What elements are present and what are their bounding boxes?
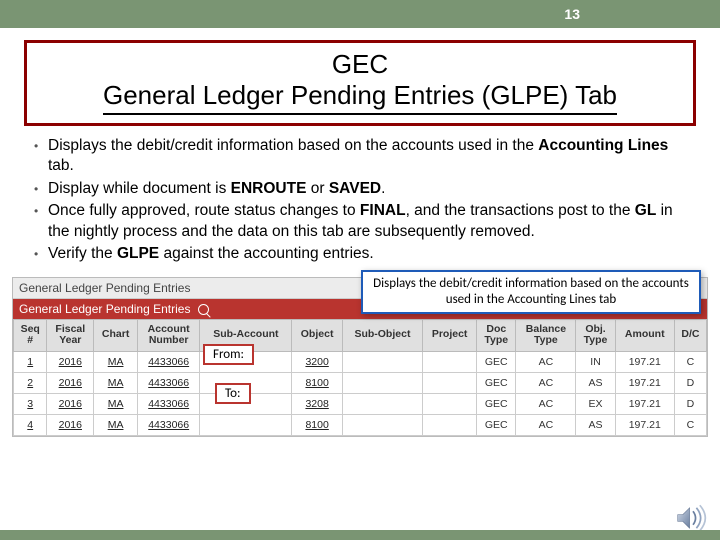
table-cell <box>342 414 422 435</box>
bullet-dot: • <box>34 179 48 199</box>
table-cell: 4433066 <box>138 351 200 372</box>
table-header-cell: Chart <box>94 319 138 351</box>
table-cell: 8100 <box>292 372 342 393</box>
table-cell <box>423 351 477 372</box>
table-cell: C <box>674 414 706 435</box>
bullet-item: •Once fully approved, route status chang… <box>34 201 686 242</box>
table-cell: 4 <box>14 414 47 435</box>
callout-box: Displays the debit/credit information ba… <box>361 270 701 315</box>
panel-subtitle: General Ledger Pending Entries <box>19 302 190 316</box>
from-annotation: From: <box>203 344 254 365</box>
table-cell: 4433066 <box>138 414 200 435</box>
table-cell: 3 <box>14 393 47 414</box>
table-cell: 2 <box>14 372 47 393</box>
table-cell: 197.21 <box>615 414 674 435</box>
table-cell: D <box>674 393 706 414</box>
table-cell: AC <box>516 372 576 393</box>
glpe-table: Seq#FiscalYearChartAccountNumberSub-Acco… <box>13 319 707 436</box>
table-cell: C <box>674 351 706 372</box>
bullet-item: •Display while document is ENROUTE or SA… <box>34 179 686 199</box>
title-line-2: General Ledger Pending Entries (GLPE) Ta… <box>103 80 617 115</box>
table-cell: GEC <box>477 393 516 414</box>
table-cell: 2016 <box>47 393 94 414</box>
table-cell: 197.21 <box>615 351 674 372</box>
table-header-cell: DocType <box>477 319 516 351</box>
table-cell: 4433066 <box>138 393 200 414</box>
table-header-cell: Obj.Type <box>576 319 615 351</box>
table-cell: 197.21 <box>615 393 674 414</box>
glpe-panel: Displays the debit/credit information ba… <box>12 277 708 437</box>
bullet-text: Verify the GLPE against the accounting e… <box>48 244 374 264</box>
table-cell <box>423 372 477 393</box>
bullet-text: Once fully approved, route status change… <box>48 201 686 242</box>
bullet-list: •Displays the debit/credit information b… <box>34 136 686 265</box>
table-cell: GEC <box>477 414 516 435</box>
table-cell: 3200 <box>292 351 342 372</box>
search-icon[interactable] <box>198 304 209 315</box>
table-header-cell: BalanceType <box>516 319 576 351</box>
table-row: 22016MA4433066 8100 GECACAS197.21D <box>14 372 707 393</box>
table-row: 12016MA4433066 3200 GECACIN197.21C <box>14 351 707 372</box>
table-cell: D <box>674 372 706 393</box>
bullet-dot: • <box>34 136 48 177</box>
title-line-1: GEC <box>37 49 683 80</box>
table-cell: 4433066 <box>138 372 200 393</box>
table-cell: EX <box>576 393 615 414</box>
table-header-cell: Amount <box>615 319 674 351</box>
table-cell: GEC <box>477 372 516 393</box>
table-cell: AS <box>576 414 615 435</box>
table-cell: 2016 <box>47 351 94 372</box>
table-header-cell: Object <box>292 319 342 351</box>
table-cell: AC <box>516 414 576 435</box>
table-cell: MA <box>94 393 138 414</box>
table-cell: 3208 <box>292 393 342 414</box>
table-header-cell: D/C <box>674 319 706 351</box>
table-row: 42016MA4433066 8100 GECACAS197.21C <box>14 414 707 435</box>
bullet-dot: • <box>34 244 48 264</box>
table-header-cell: FiscalYear <box>47 319 94 351</box>
table-header-row: Seq#FiscalYearChartAccountNumberSub-Acco… <box>14 319 707 351</box>
table-cell <box>342 351 422 372</box>
table-cell <box>342 372 422 393</box>
table-cell: MA <box>94 414 138 435</box>
bullet-dot: • <box>34 201 48 242</box>
table-cell: 197.21 <box>615 372 674 393</box>
table-cell: IN <box>576 351 615 372</box>
table-body: 12016MA44330663200GECACIN197.21C22016MA4… <box>14 351 707 435</box>
table-cell: 2016 <box>47 414 94 435</box>
table-cell: AC <box>516 351 576 372</box>
table-cell: 2016 <box>47 372 94 393</box>
table-cell: 8100 <box>292 414 342 435</box>
table-cell: MA <box>94 351 138 372</box>
table-cell: AS <box>576 372 615 393</box>
bullet-text: Displays the debit/credit information ba… <box>48 136 686 177</box>
table-header-cell: Project <box>423 319 477 351</box>
table-cell <box>342 393 422 414</box>
slide-footer-bar <box>0 530 720 540</box>
table-cell: MA <box>94 372 138 393</box>
bullet-item: •Displays the debit/credit information b… <box>34 136 686 177</box>
speaker-icon[interactable] <box>676 504 710 532</box>
bullet-text: Display while document is ENROUTE or SAV… <box>48 179 385 199</box>
slide-number: 13 <box>564 6 580 22</box>
table-cell <box>423 393 477 414</box>
table-cell: 1 <box>14 351 47 372</box>
table-cell <box>423 414 477 435</box>
table-cell <box>200 414 292 435</box>
bullet-item: •Verify the GLPE against the accounting … <box>34 244 686 264</box>
slide-header-bar: 13 <box>0 0 720 28</box>
to-annotation: To: <box>215 383 251 404</box>
table-header-cell: AccountNumber <box>138 319 200 351</box>
table-row: 32016MA4433066 3208 GECACEX197.21D <box>14 393 707 414</box>
table-header-cell: Seq# <box>14 319 47 351</box>
table-cell: GEC <box>477 351 516 372</box>
title-box: GEC General Ledger Pending Entries (GLPE… <box>24 40 696 126</box>
table-cell: AC <box>516 393 576 414</box>
table-header-cell: Sub-Object <box>342 319 422 351</box>
